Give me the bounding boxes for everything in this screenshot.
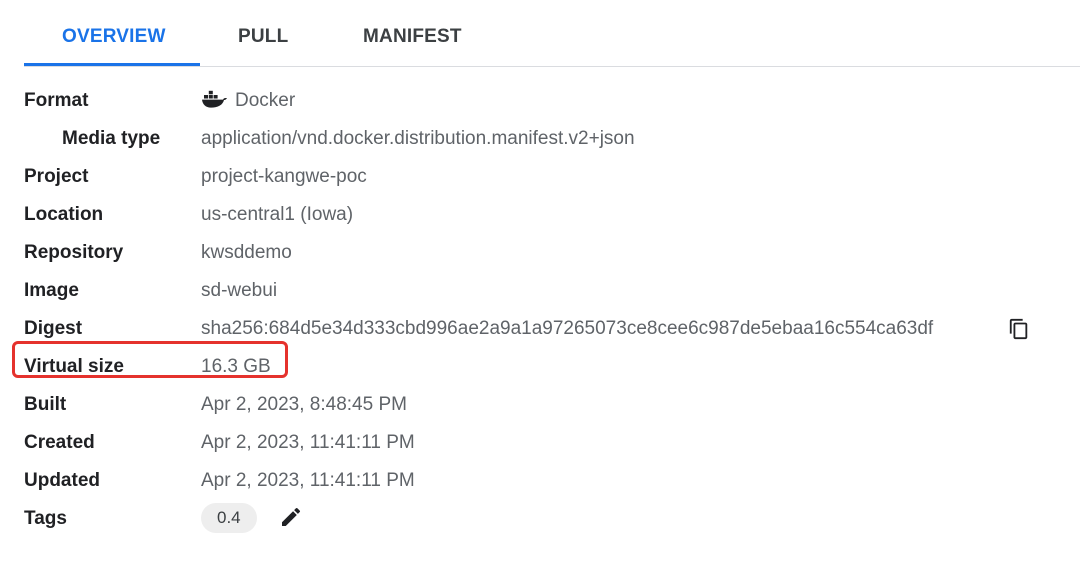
image-label: Image [24, 280, 79, 301]
image-row: Image sd-webui [0, 271, 1080, 309]
repository-value: kwsddemo [201, 242, 292, 263]
active-tab-indicator [24, 63, 200, 66]
project-label: Project [24, 166, 89, 187]
virtual-size-highlight-box [12, 341, 288, 378]
built-label: Built [24, 394, 67, 415]
updated-label: Updated [24, 470, 100, 491]
media-type-value: application/vnd.docker.distribution.mani… [201, 128, 635, 149]
built-row: Built Apr 2, 2023, 8:48:45 PM [0, 385, 1080, 423]
media-type-row: Media type application/vnd.docker.distri… [0, 119, 1080, 157]
digest-value: sha256:684d5e34d333cbd996ae2a9a1a9726507… [201, 318, 934, 339]
image-value: sd-webui [201, 280, 278, 301]
repository-label: Repository [24, 242, 124, 263]
docker-icon [202, 90, 227, 108]
tab-overview[interactable]: OVERVIEW [62, 26, 166, 48]
project-value: project-kangwe-poc [201, 166, 367, 187]
created-label: Created [24, 432, 95, 453]
built-value: Apr 2, 2023, 8:48:45 PM [201, 394, 407, 415]
tab-pull[interactable]: PULL [238, 26, 288, 48]
tags-row: Tags 0.4 [0, 499, 1080, 537]
location-value: us-central1 (Iowa) [201, 204, 354, 225]
digest-label: Digest [24, 318, 83, 339]
location-label: Location [24, 204, 104, 225]
format-label: Format [24, 90, 89, 111]
tags-label: Tags [24, 508, 67, 529]
media-type-label: Media type [62, 128, 161, 149]
copy-icon[interactable] [1008, 318, 1030, 340]
tag-chip[interactable]: 0.4 [201, 503, 257, 533]
created-value: Apr 2, 2023, 11:41:11 PM [201, 432, 415, 453]
updated-value: Apr 2, 2023, 11:41:11 PM [201, 470, 415, 491]
project-row: Project project-kangwe-poc [0, 157, 1080, 195]
created-row: Created Apr 2, 2023, 11:41:11 PM [0, 423, 1080, 461]
format-value-wrap: Docker [201, 90, 295, 112]
edit-icon[interactable] [279, 505, 303, 529]
tab-manifest[interactable]: MANIFEST [363, 26, 462, 48]
location-row: Location us-central1 (Iowa) [0, 195, 1080, 233]
tab-bar: OVERVIEW PULL MANIFEST [24, 0, 1080, 67]
repository-row: Repository kwsddemo [0, 233, 1080, 271]
format-row: Format Docker [0, 81, 1080, 119]
format-value: Docker [235, 90, 296, 111]
updated-row: Updated Apr 2, 2023, 11:41:11 PM [0, 461, 1080, 499]
